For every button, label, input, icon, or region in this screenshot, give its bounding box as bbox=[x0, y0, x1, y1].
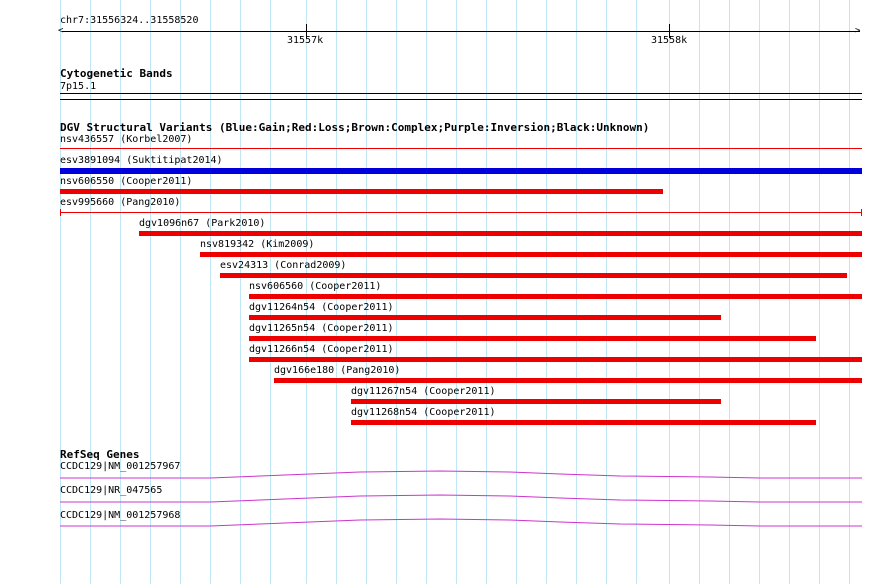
cytoband-border-top bbox=[60, 93, 862, 94]
dgv-feature-label[interactable]: dgv11267n54 (Cooper2011) bbox=[351, 386, 496, 398]
cytoband-label: 7p15.1 bbox=[60, 81, 97, 92]
dgv-feature-label[interactable]: nsv606560 (Cooper2011) bbox=[249, 281, 381, 293]
cytoband-border-bottom bbox=[60, 99, 862, 100]
gene-model[interactable] bbox=[60, 516, 862, 528]
dgv-feature-bar[interactable] bbox=[60, 189, 663, 194]
dgv-feature-label[interactable]: nsv606550 (Cooper2011) bbox=[60, 176, 192, 188]
ruler-tick-label: 31557k bbox=[287, 35, 324, 46]
dgv-feature-label[interactable]: dgv11268n54 (Cooper2011) bbox=[351, 407, 496, 419]
ruler-tick-label: 31558k bbox=[651, 35, 688, 46]
dgv-feature-bar[interactable] bbox=[139, 231, 862, 236]
dgv-feature-bar[interactable] bbox=[249, 357, 862, 362]
dgv-feature-label[interactable]: dgv166e180 (Pang2010) bbox=[274, 365, 400, 377]
dgv-feature-bar[interactable] bbox=[274, 378, 862, 383]
dgv-feature-bar[interactable] bbox=[351, 399, 721, 404]
cytoband-track-title: Cytogenetic Bands bbox=[60, 67, 173, 80]
dgv-feature-label[interactable]: esv3891094 (Suktitipat2014) bbox=[60, 155, 223, 167]
dgv-feature-bar[interactable] bbox=[200, 252, 862, 257]
dgv-feature-line[interactable] bbox=[60, 212, 862, 213]
dgv-feature-label[interactable]: nsv819342 (Kim2009) bbox=[200, 239, 314, 251]
dgv-feature-bar[interactable] bbox=[60, 168, 862, 174]
dgv-track-title: DGV Structural Variants (Blue:Gain;Red:L… bbox=[60, 121, 650, 134]
dgv-feature-label[interactable]: nsv436557 (Korbel2007) bbox=[60, 134, 192, 146]
dgv-feature-label[interactable]: esv24313 (Conrad2009) bbox=[220, 260, 346, 272]
dgv-feature-end-tick bbox=[861, 209, 862, 216]
dgv-feature-label[interactable]: esv995660 (Pang2010) bbox=[60, 197, 180, 209]
dgv-feature-line[interactable] bbox=[60, 148, 862, 149]
dgv-feature-bar[interactable] bbox=[220, 273, 847, 278]
ruler-axis bbox=[62, 31, 860, 32]
dgv-feature-label[interactable]: dgv11266n54 (Cooper2011) bbox=[249, 344, 394, 356]
dgv-feature-end-tick bbox=[60, 209, 61, 216]
dgv-feature-label[interactable]: dgv1096n67 (Park2010) bbox=[139, 218, 265, 230]
gene-model[interactable] bbox=[60, 492, 862, 504]
dgv-feature-bar[interactable] bbox=[249, 315, 721, 320]
dgv-feature-label[interactable]: dgv11265n54 (Cooper2011) bbox=[249, 323, 394, 335]
dgv-feature-bar[interactable] bbox=[249, 294, 862, 299]
ruler-left-arrow-icon: < bbox=[58, 26, 64, 36]
dgv-feature-bar[interactable] bbox=[351, 420, 816, 425]
dgv-feature-bar[interactable] bbox=[249, 336, 816, 341]
dgv-feature-label[interactable]: dgv11264n54 (Cooper2011) bbox=[249, 302, 394, 314]
gene-model[interactable] bbox=[60, 468, 862, 480]
ruler-right-arrow-icon: > bbox=[855, 26, 861, 36]
refseq-track-title: RefSeq Genes bbox=[60, 448, 140, 461]
ruler-region-label: chr7:31556324..31558520 bbox=[60, 15, 199, 26]
